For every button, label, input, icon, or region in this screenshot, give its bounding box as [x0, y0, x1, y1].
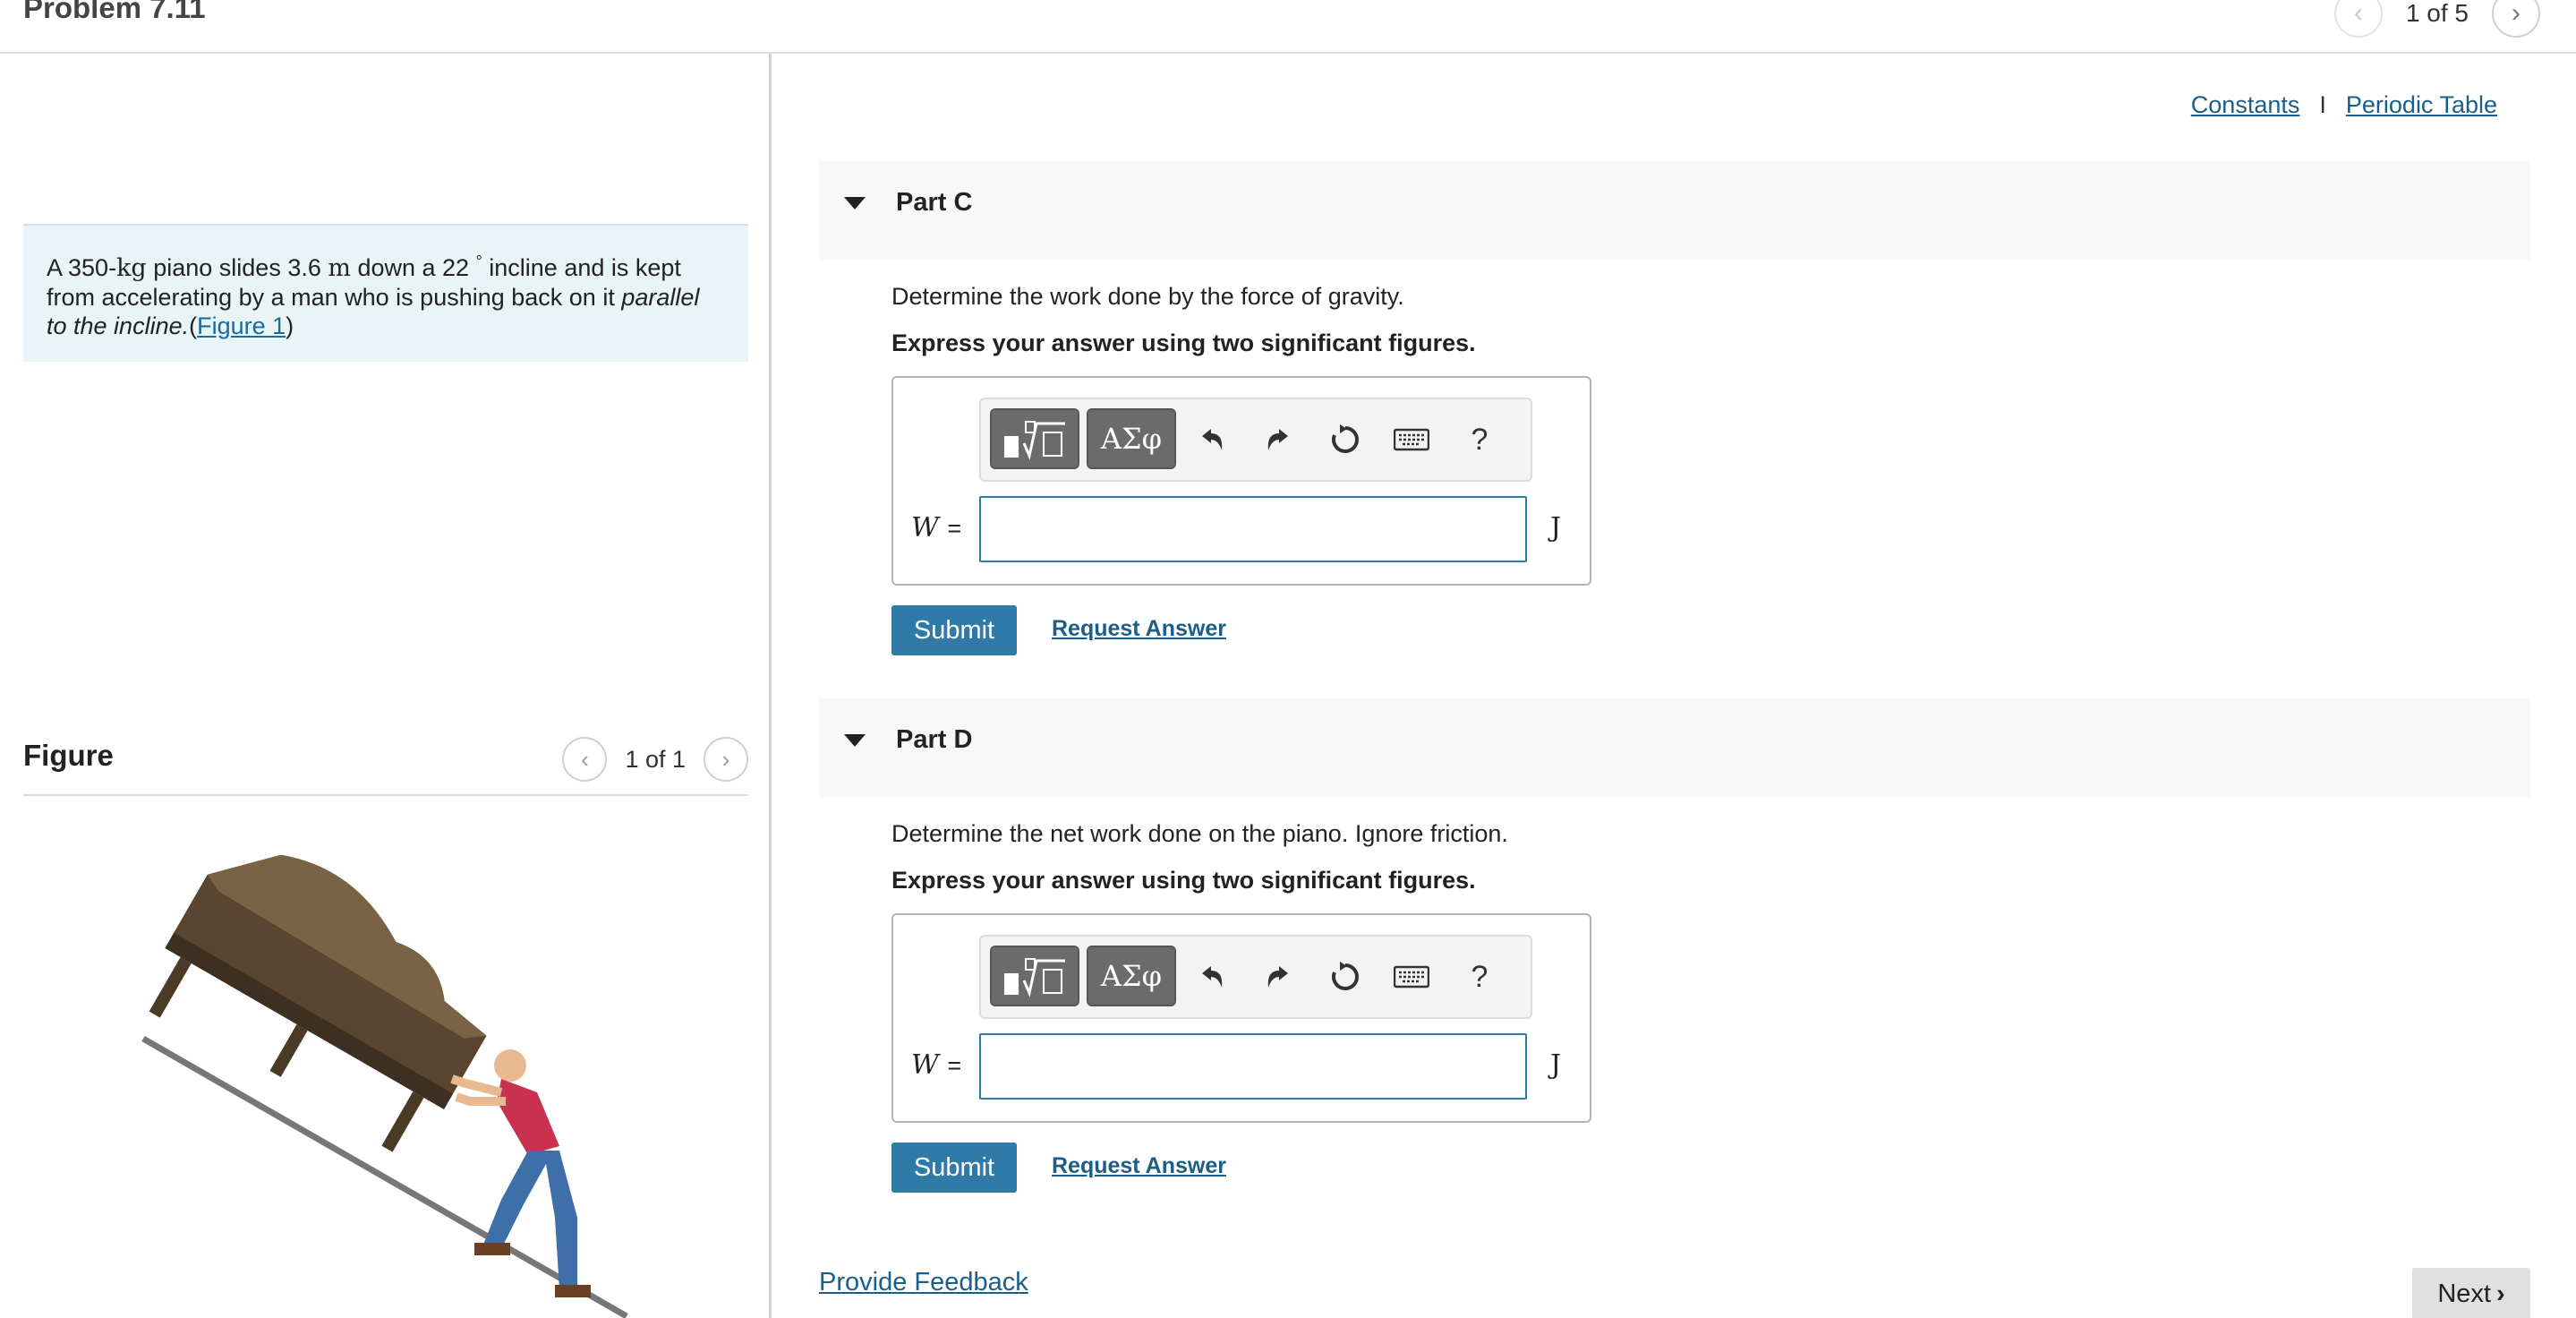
constants-link[interactable]: Constants	[2191, 91, 2300, 119]
keyboard-icon[interactable]	[1387, 951, 1436, 1003]
figure-header: Figure ‹ 1 of 1 ›	[23, 730, 748, 796]
answer-unit: J	[1550, 512, 1562, 543]
collapse-triangle-icon	[844, 197, 866, 210]
chevron-right-icon: ›	[2495, 1279, 2505, 1308]
chevron-left-icon: ‹	[581, 745, 589, 773]
right-panel: Constants I Periodic Table Part C Determ…	[774, 54, 2576, 1318]
answer-variable: W =	[911, 1049, 961, 1081]
left-panel: A 350-kg piano slides 3.6 m down a 22 ° …	[0, 54, 772, 1318]
statement-text: A 350-	[47, 254, 117, 281]
figure-nav: ‹ 1 of 1 ›	[562, 737, 748, 782]
templates-button[interactable]	[990, 408, 1079, 469]
reset-icon[interactable]	[1321, 951, 1369, 1003]
chevron-right-icon: ›	[2512, 0, 2521, 28]
figure-title: Figure	[23, 739, 114, 772]
statement-text: down a 22	[350, 254, 476, 281]
part-d-header[interactable]: Part D	[819, 698, 2530, 797]
keyboard-icon[interactable]	[1387, 414, 1436, 466]
piano-incline-illustration	[141, 854, 628, 1318]
reset-icon[interactable]	[1321, 414, 1369, 466]
part-d-request-answer-link[interactable]: Request Answer	[1052, 1153, 1226, 1179]
prev-problem-button[interactable]: ‹	[2333, 0, 2383, 38]
help-button[interactable]: ?	[1455, 951, 1504, 1003]
part-c-answer-box: ΑΣφ ? W = J	[891, 376, 1591, 586]
undo-icon[interactable]	[1187, 951, 1235, 1003]
equals-sign: =	[947, 515, 962, 542]
part-c-question: Determine the work done by the force of …	[891, 283, 1404, 310]
part-label: Part C	[896, 188, 973, 217]
math-toolbar: ΑΣφ ?	[979, 398, 1532, 482]
answer-unit: J	[1550, 1049, 1562, 1081]
templates-button[interactable]	[990, 946, 1079, 1006]
equals-sign: =	[947, 1052, 962, 1079]
next-label: Next	[2437, 1279, 2491, 1308]
mass-unit: kg	[116, 254, 147, 282]
part-d-hint: Express your answer using two significan…	[891, 867, 1476, 894]
help-button[interactable]: ?	[1455, 414, 1504, 466]
greek-symbols-button[interactable]: ΑΣφ	[1087, 408, 1176, 469]
part-c-answer-input[interactable]	[979, 496, 1527, 562]
part-c-request-answer-link[interactable]: Request Answer	[1052, 616, 1226, 642]
problem-statement: A 350-kg piano slides 3.6 m down a 22 ° …	[23, 224, 748, 362]
top-bar: Problem 7.11 ‹ 1 of 5 ›	[0, 0, 2576, 54]
chevron-right-icon: ›	[721, 745, 730, 773]
part-d-answer-box: ΑΣφ ? W = J	[891, 913, 1591, 1123]
next-button[interactable]: Next ›	[2412, 1268, 2530, 1318]
collapse-triangle-icon	[844, 734, 866, 747]
problem-title: Problem 7.11	[23, 0, 206, 24]
part-d-answer-input[interactable]	[979, 1033, 1527, 1100]
problem-nav: ‹ 1 of 5 ›	[2333, 0, 2540, 38]
redo-icon[interactable]	[1255, 951, 1303, 1003]
chevron-left-icon: ‹	[2353, 0, 2363, 28]
part-label: Part D	[896, 725, 973, 754]
part-d-submit-button[interactable]: Submit	[891, 1143, 1017, 1193]
figure-link[interactable]: Figure 1	[197, 312, 286, 339]
redo-icon[interactable]	[1255, 414, 1303, 466]
next-figure-button[interactable]: ›	[704, 737, 748, 782]
link-separator: I	[2319, 91, 2326, 118]
next-problem-button[interactable]: ›	[2492, 0, 2540, 38]
part-c-header[interactable]: Part C	[819, 161, 2530, 260]
statement-text: )	[286, 312, 294, 339]
variable-symbol: W	[911, 512, 939, 543]
degree-symbol: °	[475, 252, 482, 270]
distance-unit: m	[328, 254, 351, 282]
figure-count: 1 of 1	[625, 745, 686, 773]
provide-feedback-link[interactable]: Provide Feedback	[819, 1268, 1028, 1297]
math-toolbar: ΑΣφ ?	[979, 935, 1532, 1019]
statement-text: piano slides 3.6	[146, 254, 328, 281]
periodic-table-link[interactable]: Periodic Table	[2346, 91, 2497, 119]
variable-symbol: W	[911, 1049, 939, 1081]
part-d-question: Determine the net work done on the piano…	[891, 820, 1508, 847]
statement-text: (	[189, 312, 198, 339]
templates-icon	[1004, 421, 1065, 460]
answer-variable: W =	[911, 512, 961, 543]
prev-figure-button[interactable]: ‹	[562, 737, 608, 782]
templates-icon	[1004, 958, 1065, 997]
undo-icon[interactable]	[1187, 414, 1235, 466]
part-c-hint: Express your answer using two significan…	[891, 330, 1476, 356]
part-c-submit-button[interactable]: Submit	[891, 605, 1017, 655]
reference-links: Constants I Periodic Table	[2191, 91, 2497, 119]
problem-count: 1 of 5	[2405, 0, 2469, 27]
greek-symbols-button[interactable]: ΑΣφ	[1087, 946, 1176, 1006]
